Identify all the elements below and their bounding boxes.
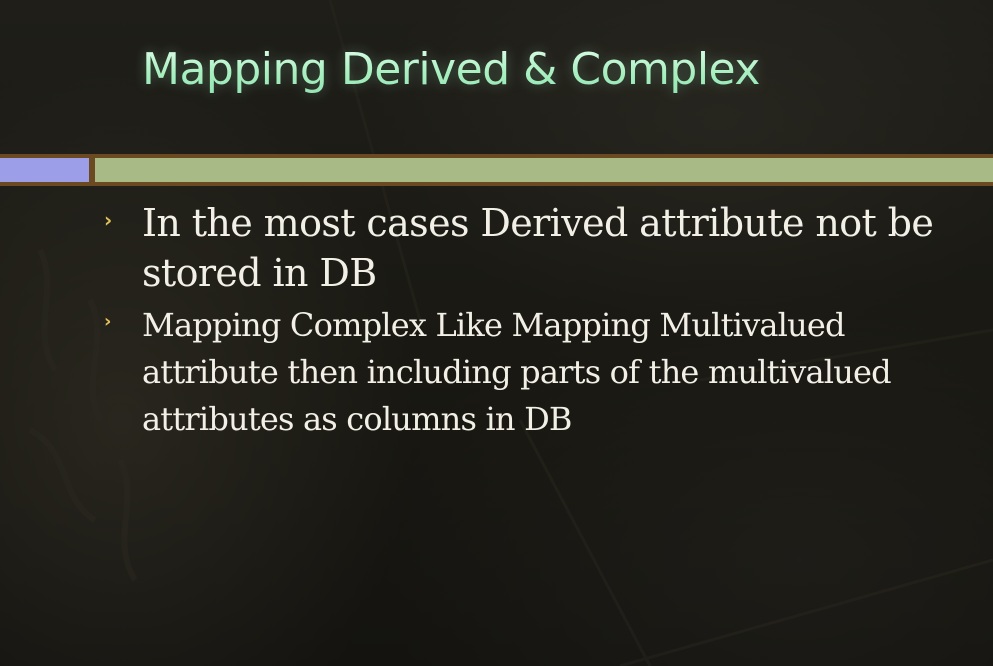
bullet-arrow-icon: › xyxy=(104,208,112,232)
bullet-text: In the most cases Derived attribute not … xyxy=(142,201,934,295)
bullet-item: › Mapping Complex Like Mapping Multivalu… xyxy=(104,302,964,443)
bullet-arrow-icon: › xyxy=(104,311,111,332)
title-divider-bar xyxy=(95,158,993,182)
bullet-text: Mapping Complex Like Mapping Multivalued… xyxy=(142,306,892,438)
title-divider-accent-block xyxy=(0,158,89,182)
bullet-item: › In the most cases Derived attribute no… xyxy=(104,198,964,298)
slide-title: Mapping Derived & Complex xyxy=(142,40,760,100)
slide: Mapping Derived & Complex › In the most … xyxy=(0,0,993,666)
bullet-list: › In the most cases Derived attribute no… xyxy=(104,198,964,443)
